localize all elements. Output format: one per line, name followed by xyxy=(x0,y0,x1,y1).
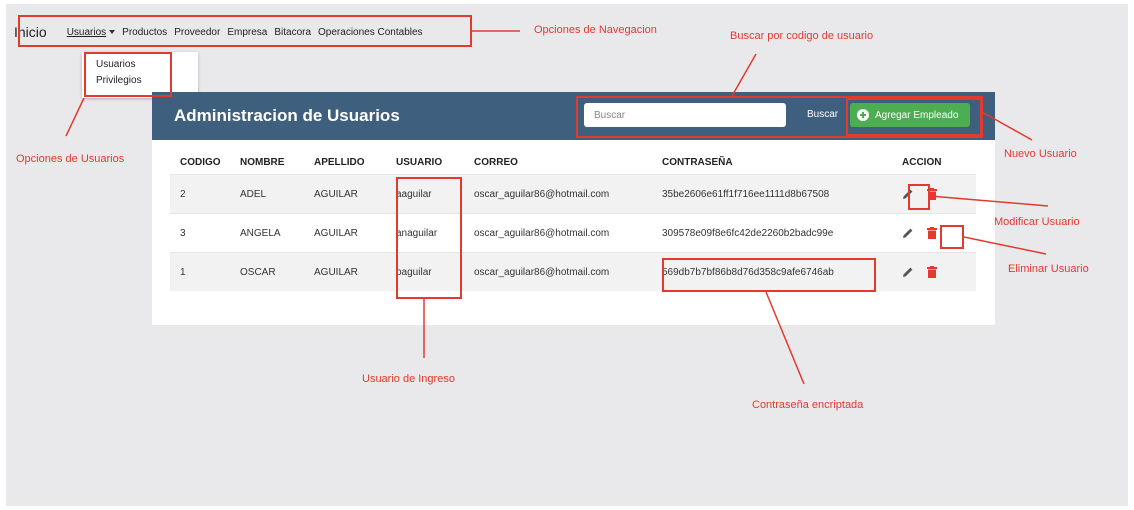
col-header-correo: CORREO xyxy=(474,156,518,168)
table-row: 2 ADEL AGUILAR aaguilar oscar_aguilar86@… xyxy=(170,174,976,214)
table-header-row: CODIGO NOMBRE APELLIDO USUARIO CORREO CO… xyxy=(170,150,976,175)
annotation-delete-user-label: Eliminar Usuario xyxy=(1008,263,1089,275)
col-header-codigo: CODIGO xyxy=(180,156,221,168)
pencil-edit-icon[interactable] xyxy=(902,266,914,278)
annotation-box-usuario-column xyxy=(396,177,462,299)
cell-contrasena: 35be2606e61ff1f716ee1111d8b67508 xyxy=(652,174,892,214)
col-header-accion: ACCION xyxy=(902,156,942,168)
annotation-box-user-options xyxy=(84,52,172,97)
cell-codigo: 1 xyxy=(170,252,230,291)
cell-nombre: ADEL xyxy=(230,174,304,214)
annotation-search-label: Buscar por codigo de usuario xyxy=(730,30,874,42)
cell-codigo: 3 xyxy=(170,213,230,253)
cell-nombre: OSCAR xyxy=(230,252,304,291)
cell-contrasena: 309578e09f8e6fc42de2260b2badc99e xyxy=(652,213,892,253)
annotation-edit-user-label: Modificar Usuario xyxy=(994,216,1080,228)
annotation-user-options-label: Opciones de Usuarios xyxy=(16,153,125,165)
annotation-password-label: Contraseña encriptada xyxy=(752,399,864,411)
cell-codigo: 2 xyxy=(170,174,230,214)
pencil-edit-icon[interactable] xyxy=(902,227,914,239)
annotation-box-password xyxy=(662,258,876,292)
cell-correo: oscar_aguilar86@hotmail.com xyxy=(464,213,652,253)
cell-apellido: AGUILAR xyxy=(304,213,386,253)
cell-nombre: ANGELA xyxy=(230,213,304,253)
col-header-apellido: APELLIDO xyxy=(314,156,365,168)
cell-correo: oscar_aguilar86@hotmail.com xyxy=(464,174,652,214)
col-header-contrasena: CONTRASEÑA xyxy=(662,156,733,168)
page-title: Administracion de Usuarios xyxy=(174,106,400,125)
col-header-usuario: USUARIO xyxy=(396,156,443,168)
annotation-box-new-user xyxy=(846,98,982,136)
annotation-new-user-label: Nuevo Usuario xyxy=(1004,148,1077,160)
table-row: 3 ANGELA AGUILAR anaguilar oscar_aguilar… xyxy=(170,213,976,253)
annotation-nav-label: Opciones de Navegacion xyxy=(534,24,657,36)
cell-accion xyxy=(892,174,976,214)
cell-accion xyxy=(892,252,976,291)
cell-apellido: AGUILAR xyxy=(304,252,386,291)
annotation-box-nav xyxy=(18,15,472,47)
annotation-box-edit xyxy=(908,184,930,210)
cell-correo: oscar_aguilar86@hotmail.com xyxy=(464,252,652,291)
annotation-box-delete xyxy=(940,225,964,249)
cell-apellido: AGUILAR xyxy=(304,174,386,214)
col-header-nombre: NOMBRE xyxy=(240,156,285,168)
annotation-login-user-label: Usuario de Ingreso xyxy=(362,373,455,385)
trash-delete-icon[interactable] xyxy=(926,266,937,278)
trash-delete-icon[interactable] xyxy=(926,227,937,239)
